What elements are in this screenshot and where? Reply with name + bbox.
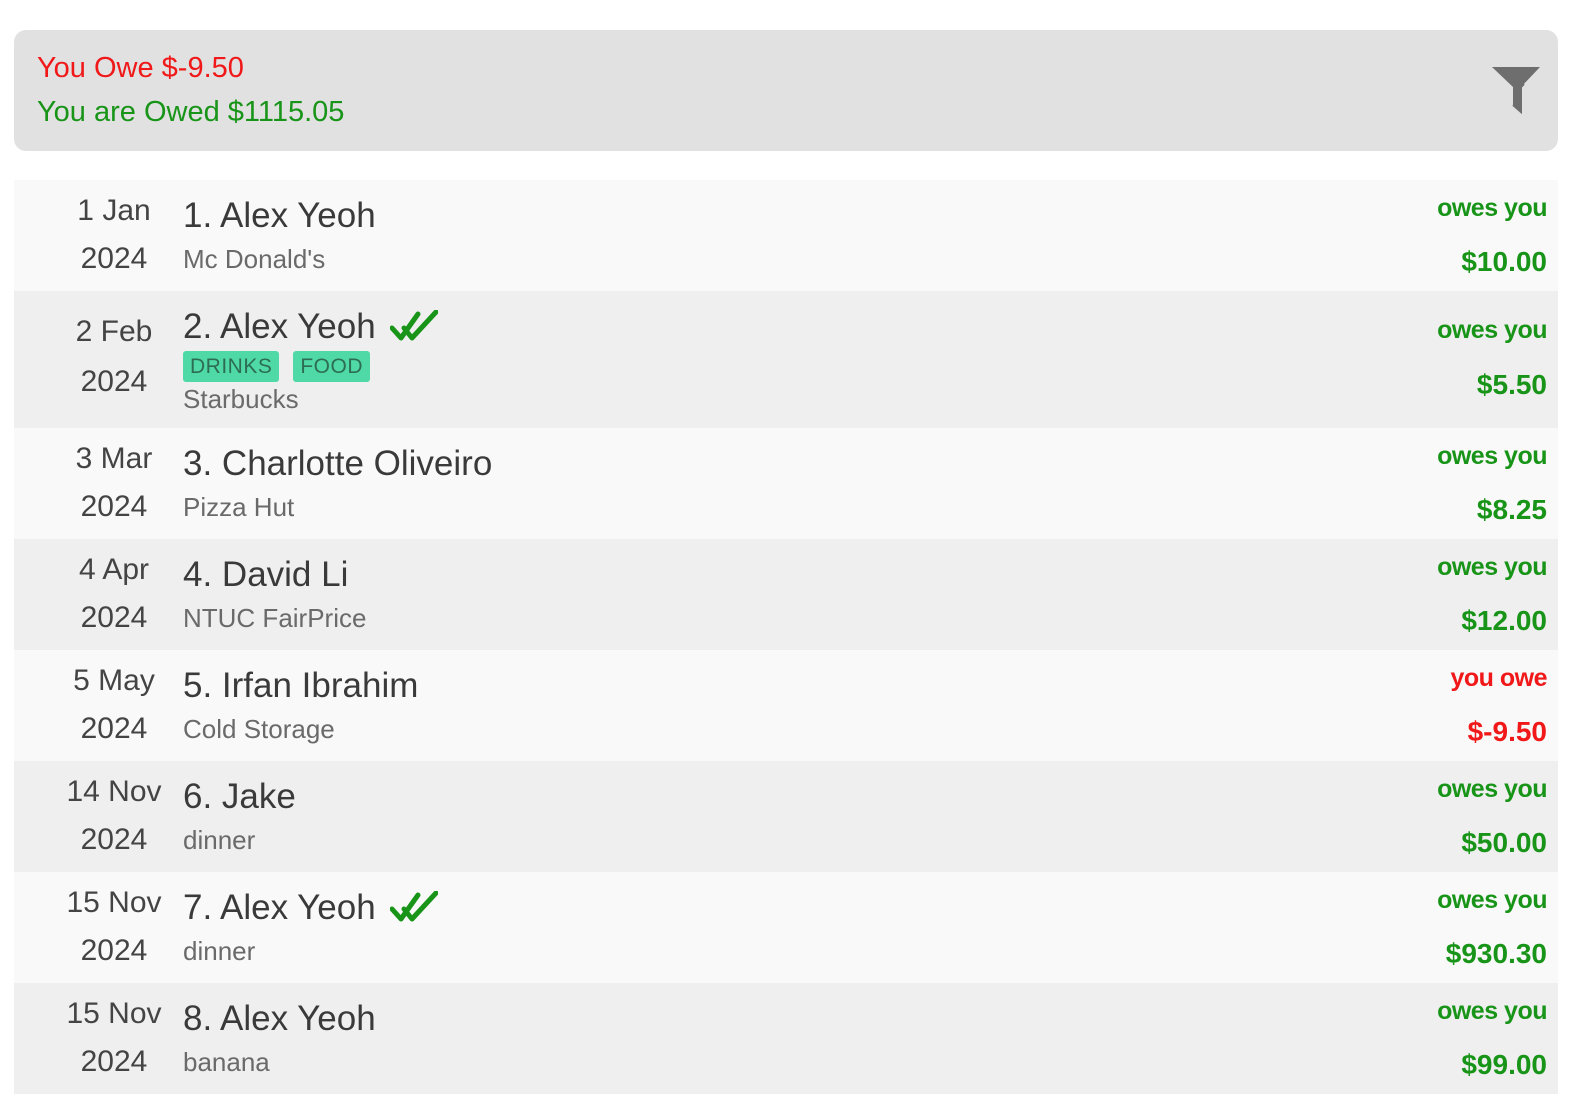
transaction-amount: $5.50 — [1476, 369, 1547, 400]
transaction-row[interactable]: 4 Apr 2024 4. David Li NTUC FairPrice owes y… — [14, 539, 1558, 650]
funnel-filter-icon — [1492, 67, 1540, 115]
transaction-row[interactable]: 3 Mar 2024 3. Charlotte Oliveiro Pizza Hut o… — [14, 428, 1558, 539]
transaction-info: 6. Jake dinner — [183, 761, 1358, 872]
transaction-title-line: 6. Jake — [183, 777, 296, 817]
transaction-amount-block: owes you $930.30 — [1307, 872, 1547, 983]
transaction-title: 6. Jake — [183, 777, 296, 816]
transaction-amount: $-9.50 — [1467, 716, 1547, 747]
transaction-row[interactable]: 15 Nov 2024 7. Alex Yeoh dinner owes you $930… — [14, 872, 1558, 983]
transaction-amount: $12.00 — [1461, 605, 1547, 636]
transaction-title: 7. Alex Yeoh — [183, 888, 376, 927]
transaction-list: 1 Jan 2024 1. Alex Yeoh Mc Donald's owes you… — [14, 180, 1558, 1094]
transaction-title: 5. Irfan Ibrahim — [183, 666, 419, 705]
transaction-row[interactable]: 15 Nov 2024 8. Alex Yeoh banana owes you $99.… — [14, 983, 1558, 1094]
transaction-status: owes you — [1437, 442, 1547, 470]
transaction-description: Pizza Hut — [183, 492, 295, 522]
transaction-row[interactable]: 1 Jan 2024 1. Alex Yeoh Mc Donald's owes you… — [14, 180, 1558, 291]
transaction-title-line: 3. Charlotte Oliveiro — [183, 444, 492, 484]
transaction-status: owes you — [1437, 775, 1547, 803]
transaction-description: NTUC FairPrice — [183, 603, 367, 633]
transaction-title-line: 5. Irfan Ibrahim — [183, 666, 418, 706]
transaction-info: 3. Charlotte Oliveiro Pizza Hut — [183, 428, 1358, 539]
transaction-title: 2. Alex Yeoh — [183, 307, 376, 346]
transaction-title: 4. David Li — [183, 555, 349, 594]
balance-summary: You Owe $-9.50 You are Owed $1115.05 — [14, 30, 1558, 151]
transaction-amount-block: owes you $8.25 — [1307, 428, 1547, 539]
transaction-status: owes you — [1437, 194, 1547, 222]
transaction-status: owes you — [1437, 316, 1547, 344]
transaction-info: 5. Irfan Ibrahim Cold Storage — [183, 650, 1358, 761]
transaction-amount: $10.00 — [1461, 246, 1547, 277]
settled-double-check-icon — [389, 310, 438, 341]
transaction-status: owes you — [1437, 886, 1547, 914]
you-are-owed-total: You are Owed $1115.05 — [37, 96, 345, 128]
tag-drinks: DRINKS — [183, 351, 280, 382]
transaction-status: owes you — [1437, 997, 1547, 1025]
transaction-amount-block: owes you $50.00 — [1307, 761, 1547, 872]
transaction-title-line: 2. Alex Yeoh — [183, 307, 438, 347]
transaction-info: 1. Alex Yeoh Mc Donald's — [183, 180, 1358, 291]
transaction-title: 8. Alex Yeoh — [183, 999, 376, 1038]
transaction-description: Mc Donald's — [183, 244, 326, 274]
transaction-amount-block: owes you $99.00 — [1307, 983, 1547, 1094]
transaction-info: 8. Alex Yeoh banana — [183, 983, 1358, 1094]
transaction-info: 7. Alex Yeoh dinner — [183, 872, 1358, 983]
transaction-description: dinner — [183, 936, 256, 966]
transaction-description: dinner — [183, 825, 256, 855]
transaction-title-line: 8. Alex Yeoh — [183, 999, 376, 1039]
transaction-title: 1. Alex Yeoh — [183, 196, 376, 235]
transaction-amount-block: owes you $12.00 — [1307, 539, 1547, 650]
transaction-description: banana — [183, 1047, 270, 1077]
filter-button[interactable] — [1488, 62, 1544, 118]
transaction-title-line: 7. Alex Yeoh — [183, 888, 438, 928]
transaction-status: you owe — [1450, 664, 1547, 692]
settled-double-check-icon — [389, 891, 438, 922]
tag-list: DRINKS FOOD — [183, 351, 371, 382]
transaction-status: owes you — [1437, 553, 1547, 581]
transaction-title-line: 4. David Li — [183, 555, 348, 595]
you-owe-total: You Owe $-9.50 — [37, 52, 244, 84]
transaction-amount-block: owes you $10.00 — [1307, 180, 1547, 291]
transaction-amount: $8.25 — [1476, 494, 1547, 525]
transaction-description: Cold Storage — [183, 714, 335, 744]
transaction-amount: $930.30 — [1445, 938, 1547, 969]
transaction-row[interactable]: 2 Feb 2024 2. Alex Yeoh DRINKS FOOD Starbucks… — [14, 291, 1558, 428]
transaction-amount: $99.00 — [1461, 1049, 1547, 1080]
transaction-info: 4. David Li NTUC FairPrice — [183, 539, 1358, 650]
transaction-info: 2. Alex Yeoh DRINKS FOOD Starbucks — [183, 291, 1358, 428]
transaction-row[interactable]: 14 Nov 2024 6. Jake dinner owes you $50.00 — [14, 761, 1558, 872]
transaction-amount-block: owes you $5.50 — [1307, 291, 1547, 428]
transaction-title-line: 1. Alex Yeoh — [183, 196, 376, 236]
tag-food: FOOD — [293, 351, 371, 382]
transaction-amount: $50.00 — [1461, 827, 1547, 858]
transaction-description: Starbucks — [183, 384, 299, 414]
transaction-row[interactable]: 5 May 2024 5. Irfan Ibrahim Cold Storage you… — [14, 650, 1558, 761]
transaction-amount-block: you owe $-9.50 — [1307, 650, 1547, 761]
transaction-title: 3. Charlotte Oliveiro — [183, 444, 493, 483]
